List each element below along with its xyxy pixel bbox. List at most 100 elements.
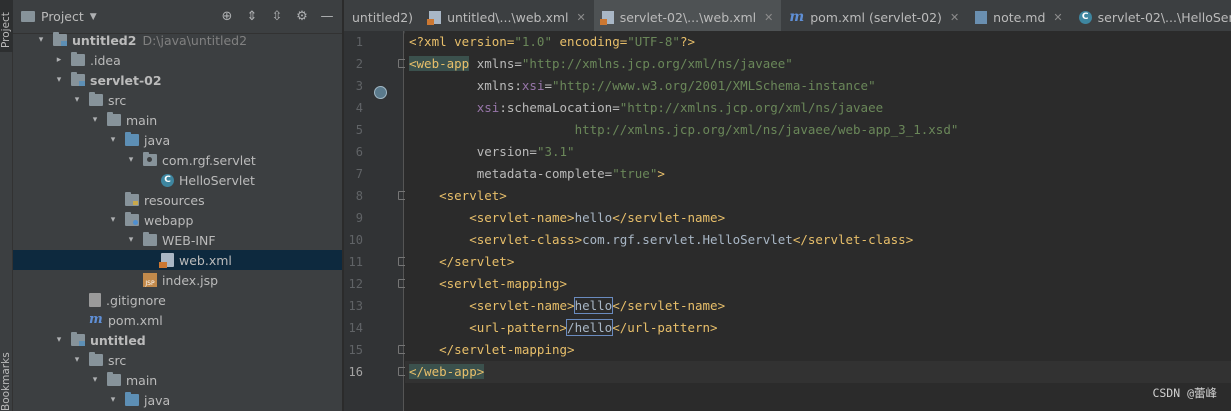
code-line: <servlet-mapping> [409, 273, 567, 295]
tree-item-label: web.xml [179, 252, 232, 268]
editor-tab[interactable]: untitled2) [344, 0, 421, 33]
code-token: </url-pattern> [612, 320, 718, 335]
chevron-down-icon[interactable]: ▾ [89, 375, 101, 385]
chevron-down-icon[interactable]: ▾ [107, 135, 119, 145]
chevron-down-icon[interactable]: ▾ [89, 115, 101, 125]
close-icon[interactable]: ✕ [764, 11, 773, 24]
editor-tab[interactable]: untitled\...\web.xml ✕ [421, 0, 594, 33]
tree-item[interactable]: ▾ main [13, 110, 342, 130]
code-token: = [544, 78, 552, 93]
folder-icon [107, 372, 121, 386]
code-line: version="3.1" [409, 141, 575, 163]
watermark: CSDN @蕾峰 [1152, 386, 1217, 400]
tree-item[interactable]: web.xml [13, 250, 342, 270]
chevron-down-icon[interactable]: ▼ [90, 12, 97, 22]
tree-item-label: main [126, 372, 158, 388]
locate-file-icon[interactable]: ⊕ [220, 9, 234, 24]
maven-icon: m [789, 9, 805, 25]
tree-item[interactable]: .gitignore [13, 290, 342, 310]
jsp-file-icon: JSP [143, 273, 157, 287]
tree-item[interactable]: ▾ java [13, 390, 342, 410]
code-line: <web-app xmlns="http://xmlns.jcp.org/xml… [409, 53, 793, 75]
code-token: <url-pattern> [409, 320, 568, 335]
line-number: 6 [355, 145, 363, 159]
chevron-down-icon[interactable]: ▾ [53, 335, 65, 345]
maven-icon: m [89, 312, 103, 327]
source-folder-icon [125, 132, 139, 146]
web-descriptor-gutter-icon[interactable] [374, 86, 387, 99]
code-token: </servlet-name> [612, 210, 726, 225]
chevron-down-icon[interactable]: ▾ [53, 75, 65, 85]
expand-all-icon[interactable]: ⇕ [245, 9, 259, 24]
tree-item[interactable]: ▾ untitled2 D:\java\untitled2 [13, 30, 342, 50]
tree-item[interactable]: C HelloServlet [13, 170, 342, 190]
tree-item[interactable]: ▸ .idea [13, 50, 342, 70]
tree-item-label: src [108, 352, 127, 368]
tree-item[interactable]: ▾ servlet-02 [13, 70, 342, 90]
tree-item[interactable]: JSP index.jsp [13, 270, 342, 290]
tree-item[interactable]: ▾ src [13, 350, 342, 370]
chevron-down-icon[interactable]: ▾ [71, 355, 83, 365]
xml-file-icon [159, 253, 174, 268]
close-icon[interactable]: ✕ [577, 11, 586, 24]
tree-item-label: pom.xml [108, 312, 163, 328]
tree-item[interactable]: resources [13, 190, 342, 210]
code-token: ?> [679, 34, 696, 49]
project-panel-title[interactable]: Project [41, 9, 84, 24]
chevron-down-icon[interactable]: ▾ [107, 395, 119, 405]
tree-item-label: WEB-INF [162, 232, 216, 248]
gitignore-file-icon [89, 293, 101, 307]
editor-tab[interactable]: Cservlet-02\...\HelloServlet.java [1071, 0, 1231, 33]
line-number: 8 [355, 189, 363, 203]
code-token: "http://xmlns.jcp.org/xml/ns/javaee" [521, 56, 793, 71]
tree-item[interactable]: ▾ com.rgf.servlet [13, 150, 342, 170]
tree-item[interactable]: ▾ src [13, 90, 342, 110]
bookmarks-tool-tab[interactable]: Bookmarks [0, 352, 13, 411]
chevron-down-icon[interactable]: ▾ [35, 35, 47, 45]
editor-tab-label: untitled\...\web.xml [447, 9, 569, 25]
chevron-right-icon[interactable]: ▸ [53, 55, 65, 65]
line-number: 3 [355, 79, 363, 93]
editor-tab[interactable]: m pom.xml (servlet-02) ✕ [781, 0, 967, 33]
project-tool-tab[interactable]: Project [0, 0, 13, 52]
tree-item[interactable]: ▾ WEB-INF [13, 230, 342, 250]
code-token: <servlet-name> [409, 210, 575, 225]
code-token: "1.0" [514, 34, 552, 49]
tree-item-label: resources [144, 192, 205, 208]
close-icon[interactable]: ✕ [950, 11, 959, 24]
tree-item[interactable]: ▾ webapp [13, 210, 342, 230]
project-panel-header: Project ▼ ⊕ ⇕ ⇳ ⚙ — [13, 0, 342, 34]
tree-item[interactable]: ▾ java [13, 130, 342, 150]
chevron-down-icon[interactable]: ▾ [125, 235, 137, 245]
chevron-down-icon[interactable]: ▾ [107, 215, 119, 225]
editor-tab[interactable]: note.md ✕ [967, 0, 1070, 33]
code-token: xsi [521, 78, 545, 93]
code-token: "true" [612, 166, 658, 181]
code-line: <?xml version="1.0" encoding="UTF-8"?> [409, 31, 695, 53]
module-icon [71, 332, 85, 346]
folder-icon [71, 52, 85, 66]
class-icon: C [1078, 10, 1092, 24]
collapse-all-icon[interactable]: ⇳ [270, 9, 284, 24]
code-token: <?xml version= [409, 34, 515, 49]
editor-tab[interactable]: servlet-02\...\web.xml ✕ [593, 0, 782, 33]
gear-icon[interactable]: ⚙ [295, 9, 309, 24]
tree-item[interactable]: m pom.xml [13, 310, 342, 330]
code-token: </servlet-class> [792, 232, 914, 247]
tree-item[interactable]: ▾ main [13, 370, 342, 390]
tree-item-label: index.jsp [162, 272, 219, 288]
tree-item-label: servlet-02 [90, 72, 162, 88]
code-line: <servlet> [409, 185, 507, 207]
folder-icon [143, 232, 157, 246]
folder-icon [107, 112, 121, 126]
tree-item[interactable]: ▾ untitled [13, 330, 342, 350]
code-editor[interactable]: CSDN @蕾峰 <?xml version="1.0" encoding="U… [405, 31, 1231, 411]
hide-panel-icon[interactable]: — [320, 9, 334, 24]
class-icon: C [161, 173, 174, 187]
code-token: :schemaLocation= [499, 100, 620, 115]
folder-icon [89, 352, 103, 366]
chevron-down-icon[interactable]: ▾ [125, 155, 137, 165]
chevron-down-icon[interactable]: ▾ [71, 95, 83, 105]
close-icon[interactable]: ✕ [1053, 11, 1062, 24]
tree-item-path: D:\java\untitled2 [142, 32, 248, 48]
